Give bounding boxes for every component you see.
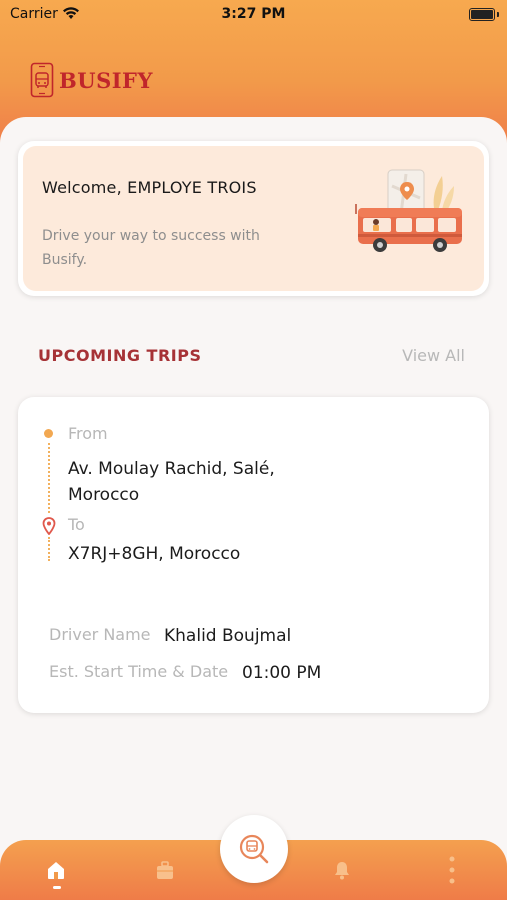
nav-more[interactable] — [422, 840, 482, 900]
to-label: To — [68, 515, 85, 534]
status-bar: Carrier 3:27 PM — [0, 0, 507, 30]
view-all-link[interactable]: View All — [402, 346, 465, 365]
nav-trips[interactable] — [135, 840, 195, 900]
busify-logo-icon — [30, 62, 54, 98]
welcome-title: Welcome, EMPLOYE TROIS — [42, 178, 257, 197]
section-title-upcoming-trips: UPCOMING TRIPS — [38, 346, 202, 365]
driver-name-label: Driver Name — [49, 625, 151, 644]
bus-illustration — [355, 169, 462, 252]
search-trip-button[interactable] — [220, 815, 288, 883]
bus-search-icon — [239, 834, 269, 864]
to-value: X7RJ+8GH, Morocco — [68, 544, 241, 564]
app-header: BUSIFY — [30, 62, 153, 98]
active-tab-indicator — [53, 886, 61, 889]
briefcase-icon — [157, 861, 173, 879]
route-line — [48, 443, 50, 513]
from-label: From — [68, 424, 108, 443]
from-value: Av. Moulay Rachid, Salé, Morocco — [68, 459, 275, 505]
more-icon — [449, 856, 455, 884]
nav-home[interactable] — [26, 840, 86, 900]
route-line-end — [48, 537, 50, 561]
battery-tip — [497, 12, 499, 17]
trip-card[interactable]: From Av. Moulay Rachid, Salé, Morocco To… — [18, 397, 489, 713]
nav-notifications[interactable] — [312, 840, 372, 900]
welcome-card: Welcome, EMPLOYE TROIS Drive your way to… — [18, 141, 489, 296]
welcome-banner: Welcome, EMPLOYE TROIS Drive your way to… — [23, 146, 484, 291]
origin-dot-icon — [44, 429, 53, 438]
home-icon — [48, 862, 64, 879]
app-title: BUSIFY — [59, 67, 153, 93]
driver-name-value: Khalid Boujmal — [164, 626, 292, 646]
start-time-value: 01:00 PM — [242, 663, 322, 683]
welcome-subtitle: Drive your way to success with Busify. — [42, 228, 260, 268]
battery-icon — [469, 8, 495, 21]
destination-pin-icon — [42, 517, 56, 535]
bell-icon — [335, 862, 349, 880]
clock: 3:27 PM — [221, 6, 286, 22]
start-time-label: Est. Start Time & Date — [49, 662, 229, 681]
main-panel: Welcome, EMPLOYE TROIS Drive your way to… — [0, 117, 507, 877]
